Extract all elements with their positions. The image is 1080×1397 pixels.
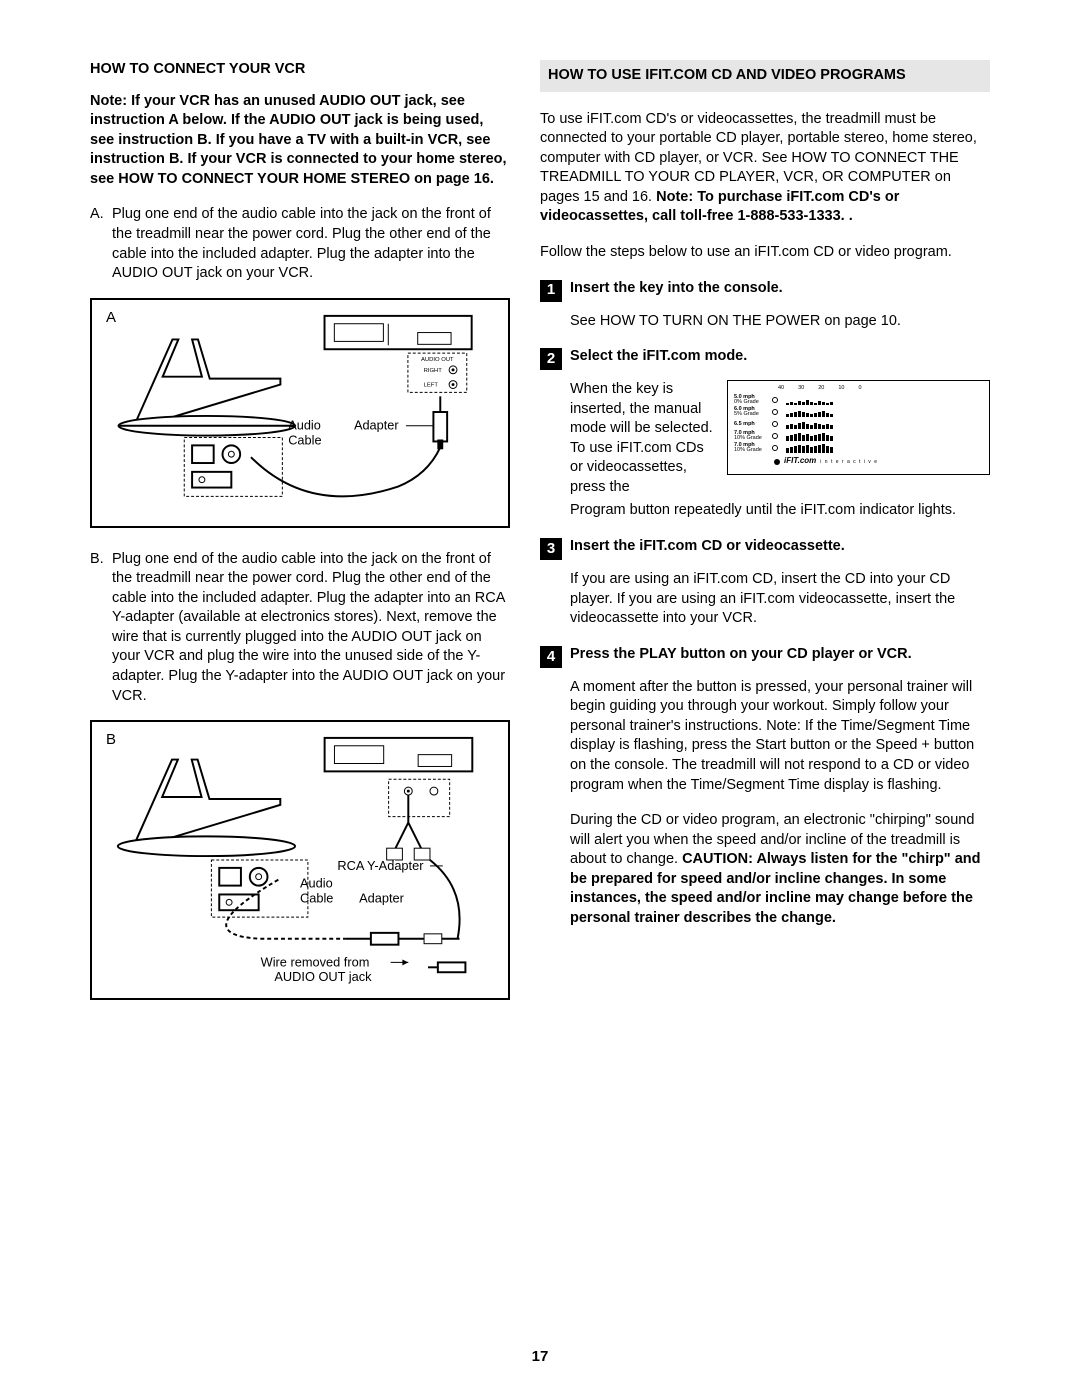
figure-b: B [90, 720, 510, 1000]
heading-connect-vcr: HOW TO CONNECT YOUR VCR [90, 60, 510, 80]
fig-b-rca: RCA Y-Adapter [337, 858, 424, 873]
note-vcr: Note: If your VCR has an unused AUDIO OU… [90, 92, 510, 190]
step-2-number: 2 [540, 348, 562, 370]
step-4-number: 4 [540, 646, 562, 668]
step-2-title: Select the iFIT.com mode. [570, 347, 747, 370]
instruction-a-text: Plug one end of the audio cable into the… [112, 205, 510, 283]
marker-b: B. [90, 550, 112, 707]
fig-a-right: RIGHT [424, 367, 443, 373]
figure-a-label: A [106, 308, 116, 328]
fig-b-adapter: Adapter [359, 890, 405, 905]
step-1-number: 1 [540, 280, 562, 302]
step-1-title: Insert the key into the console. [570, 279, 783, 302]
figure-a: A AUDIO OUT RIGHT LEFT [90, 298, 510, 528]
fig-a-audio-cable-l1: Audio [288, 417, 321, 432]
step-2-body: When the key is inserted, the manual mod… [570, 380, 990, 521]
step-4: 4 Press the PLAY button on your CD playe… [540, 645, 990, 668]
step-3-body: If you are using an iFIT.com CD, insert … [570, 570, 990, 629]
heading-ifit: HOW TO USE IFIT.COM CD AND VIDEO PROGRAM… [540, 60, 990, 92]
step-2-text1: When the key is inserted, the manual mod… [570, 380, 715, 497]
marker-a: A. [90, 205, 112, 283]
left-column: HOW TO CONNECT YOUR VCR Note: If your VC… [90, 60, 510, 1022]
svg-text:Audio: Audio [300, 876, 333, 891]
page-number: 17 [0, 1347, 1080, 1367]
fig-a-audio-out: AUDIO OUT [421, 357, 454, 363]
right-column: HOW TO USE IFIT.COM CD AND VIDEO PROGRAM… [540, 60, 990, 1022]
step-3: 3 Insert the iFIT.com CD or videocassett… [540, 537, 990, 560]
step-2: 2 Select the iFIT.com mode. [540, 347, 990, 370]
figure-a-art: AUDIO OUT RIGHT LEFT [102, 310, 498, 516]
figure-b-label: B [106, 730, 116, 750]
step-1: 1 Insert the key into the console. [540, 279, 990, 302]
step-2-text2: Program button repeatedly until the iFIT… [570, 501, 990, 521]
svg-text:Cable: Cable [300, 890, 333, 905]
instruction-b: B. Plug one end of the audio cable into … [90, 550, 510, 707]
fig-a-adapter: Adapter [354, 417, 399, 432]
mode-display-panel: 403020100 5.0 mph0% Grade6.0 mph5% Grade… [727, 380, 990, 475]
intro-paragraph: To use iFIT.com CD's or videocassettes, … [540, 110, 990, 227]
step-3-title: Insert the iFIT.com CD or videocassette. [570, 537, 845, 560]
follow-paragraph: Follow the steps below to use an iFIT.co… [540, 243, 990, 263]
step-1-body: See HOW TO TURN ON THE POWER on page 10. [570, 312, 990, 332]
fig-a-left: LEFT [424, 382, 439, 388]
instruction-a: A. Plug one end of the audio cable into … [90, 205, 510, 283]
step-3-number: 3 [540, 538, 562, 560]
svg-text:Wire removed from: Wire removed from [261, 954, 370, 969]
svg-text:Cable: Cable [288, 432, 321, 447]
svg-text:AUDIO OUT jack: AUDIO OUT jack [274, 969, 372, 984]
instruction-b-text: Plug one end of the audio cable into the… [112, 550, 510, 707]
step-4-body1: A moment after the button is pressed, yo… [570, 678, 990, 795]
step-4-body2: During the CD or video program, an elect… [570, 811, 990, 928]
manual-page: HOW TO CONNECT YOUR VCR Note: If your VC… [0, 0, 1080, 1062]
step-4-title: Press the PLAY button on your CD player … [570, 645, 912, 668]
figure-b-art: RCA Y-Adapter Audio Cable Adapter Wire r… [102, 732, 498, 988]
